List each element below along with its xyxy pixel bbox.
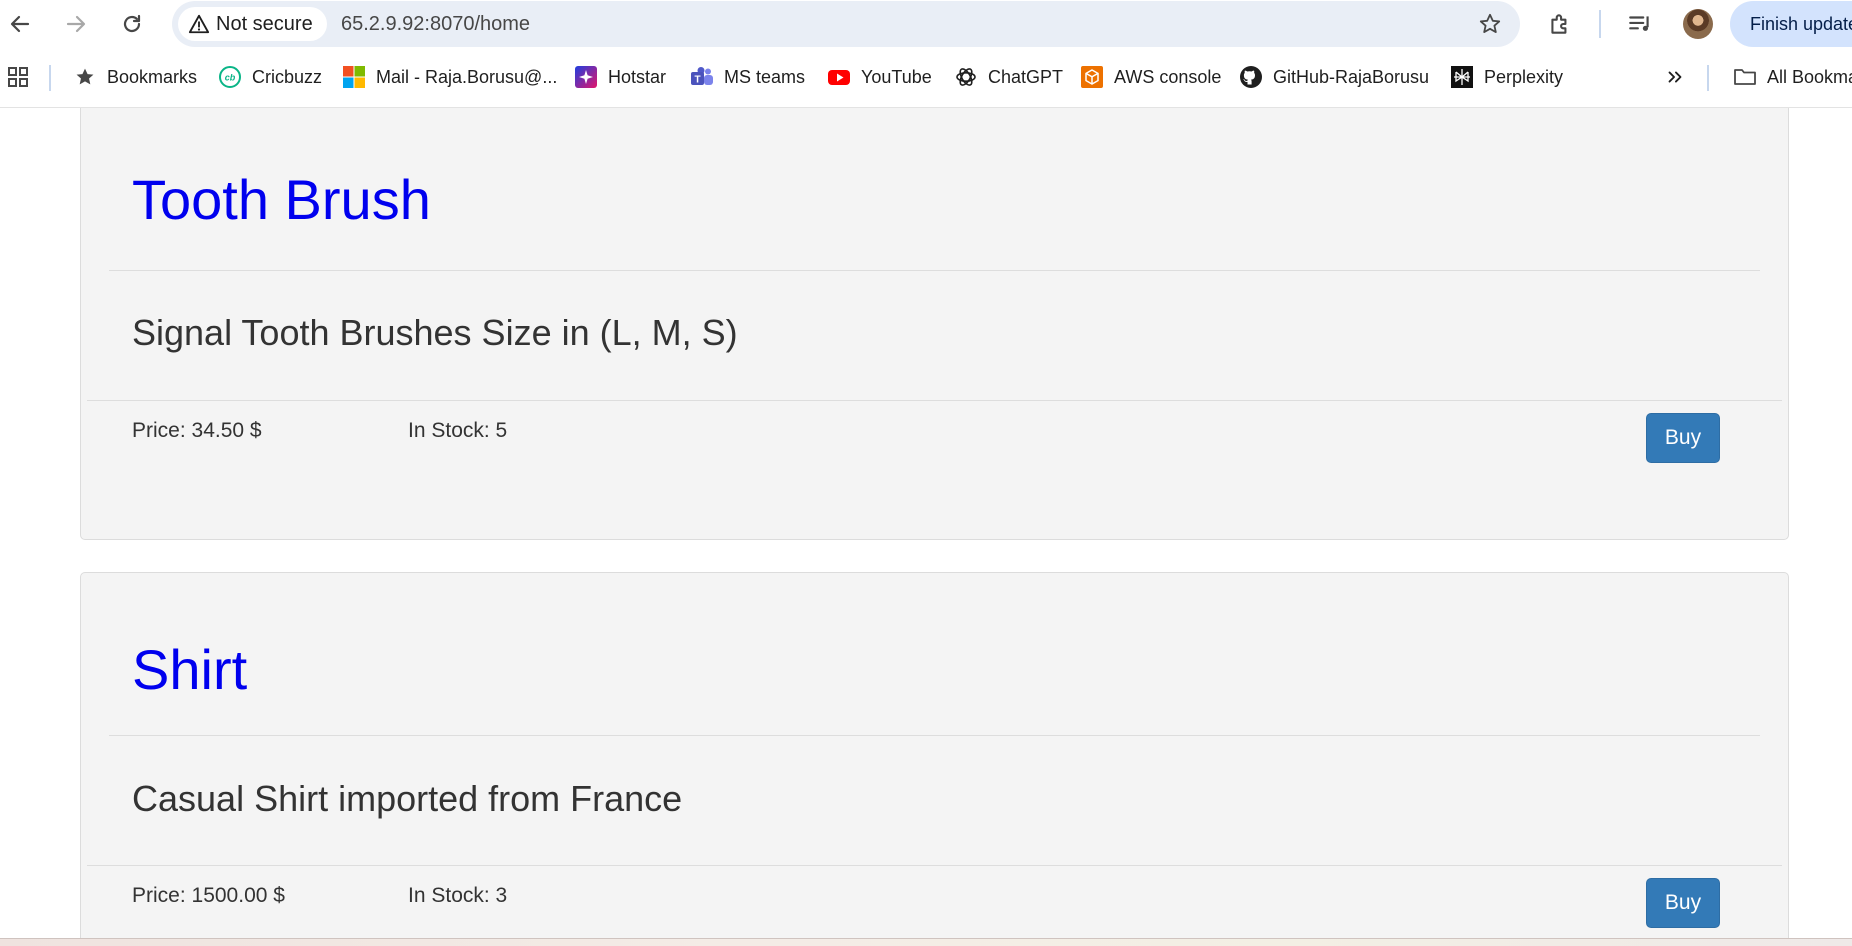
chatgpt-icon <box>954 65 978 89</box>
bookmarks-divider <box>1707 65 1709 91</box>
bookmark-label: Mail - Raja.Borusu@... <box>376 66 558 87</box>
security-chip[interactable]: Not secure <box>178 7 327 41</box>
card-footer-divider <box>87 400 1782 401</box>
bookmark-label: Cricbuzz <box>252 66 323 87</box>
bookmark-label: AWS console <box>1114 66 1222 87</box>
bookmark-aws-console[interactable]: AWS console <box>1080 62 1221 92</box>
folder-icon <box>1733 65 1757 89</box>
bookmark-ms-teams[interactable]: T MS teams <box>690 62 805 92</box>
buy-button[interactable]: Buy <box>1646 413 1720 463</box>
bookmark-bookmarks[interactable]: Bookmarks <box>73 62 197 92</box>
hotstar-icon <box>574 65 598 89</box>
product-description: Signal Tooth Brushes Size in (L, M, S) <box>132 312 738 353</box>
bookmark-label: Perplexity <box>1484 66 1564 87</box>
back-button[interactable] <box>2 6 38 42</box>
finish-update-button[interactable]: Finish update <box>1730 1 1852 47</box>
aws-icon <box>1080 65 1104 89</box>
card-divider <box>109 270 1760 271</box>
youtube-icon <box>827 65 851 89</box>
buy-button[interactable]: Buy <box>1646 878 1720 928</box>
puzzle-icon <box>1551 14 1567 34</box>
forward-arrow-icon <box>66 15 86 33</box>
browser-toolbar: Not secure 65.2.9.92:8070/home Finish up… <box>0 0 1852 48</box>
apps-button[interactable] <box>6 62 30 92</box>
teams-icon: T <box>690 65 714 89</box>
product-card: Shirt Casual Shirt imported from France … <box>80 572 1789 945</box>
profile-avatar[interactable] <box>1683 9 1713 39</box>
toolbar-divider <box>1599 10 1601 38</box>
bookmark-chatgpt[interactable]: ChatGPT <box>954 62 1063 92</box>
media-control-button[interactable] <box>1624 8 1656 40</box>
warning-icon <box>188 14 210 34</box>
github-icon <box>1239 65 1263 89</box>
card-divider <box>109 735 1760 736</box>
card-footer-divider <box>87 865 1782 866</box>
bookmark-github[interactable]: GitHub-RajaBorusu <box>1239 62 1429 92</box>
apps-grid-icon <box>6 65 30 89</box>
bookmark-label: MS teams <box>724 66 806 87</box>
product-title: Shirt <box>132 638 248 701</box>
bookmark-hotstar[interactable]: Hotstar <box>574 62 666 92</box>
bookmarks-bar: Bookmarks cb Cricbuzz Mail - Raja.Borusu… <box>0 48 1852 108</box>
security-label: Not secure <box>216 12 313 35</box>
bookmark-label: ChatGPT <box>988 66 1064 87</box>
page-content: Tooth Brush Signal Tooth Brushes Size in… <box>0 108 1852 945</box>
star-icon <box>73 65 97 89</box>
microsoft-icon <box>342 65 366 89</box>
product-description: Casual Shirt imported from France <box>132 778 683 819</box>
bookmark-label: YouTube <box>861 66 932 87</box>
bookmark-perplexity[interactable]: Perplexity <box>1450 62 1563 92</box>
bookmark-mail[interactable]: Mail - Raja.Borusu@... <box>342 62 557 92</box>
perplexity-icon <box>1450 65 1474 89</box>
svg-text:cb: cb <box>225 73 236 83</box>
bookmark-label: GitHub-RajaBorusu <box>1273 66 1430 87</box>
bookmark-label: Hotstar <box>608 66 667 87</box>
bookmarks-divider <box>49 65 51 91</box>
back-arrow-icon <box>10 15 30 33</box>
product-price: Price: 1500.00 $ <box>132 884 285 907</box>
url-text[interactable]: 65.2.9.92:8070/home <box>341 1 530 47</box>
svg-text:T: T <box>694 75 700 86</box>
bookmark-label: Bookmarks <box>107 66 198 87</box>
bookmark-cricbuzz[interactable]: cb Cricbuzz <box>218 62 322 92</box>
cricbuzz-icon: cb <box>218 65 242 89</box>
more-bookmarks-button[interactable] <box>1663 62 1687 92</box>
double-chevron-icon <box>1663 65 1687 89</box>
address-bar[interactable]: Not secure 65.2.9.92:8070/home <box>172 1 1520 47</box>
forward-button[interactable] <box>58 6 94 42</box>
reload-icon <box>123 14 141 33</box>
product-title: Tooth Brush <box>132 168 431 231</box>
all-bookmarks-label: All Bookmarks <box>1767 66 1852 87</box>
product-price: Price: 34.50 $ <box>132 419 262 442</box>
reload-button[interactable] <box>114 6 150 42</box>
all-bookmarks-button[interactable]: All Bookmarks <box>1733 62 1852 92</box>
playlist-icon <box>1629 16 1649 31</box>
bookmark-star-icon[interactable] <box>1478 12 1502 36</box>
extensions-button[interactable] <box>1544 8 1576 40</box>
product-stock: In Stock: 5 <box>408 419 508 442</box>
product-card: Tooth Brush Signal Tooth Brushes Size in… <box>80 108 1789 540</box>
product-stock: In Stock: 3 <box>408 884 508 907</box>
bookmark-youtube[interactable]: YouTube <box>827 62 932 92</box>
